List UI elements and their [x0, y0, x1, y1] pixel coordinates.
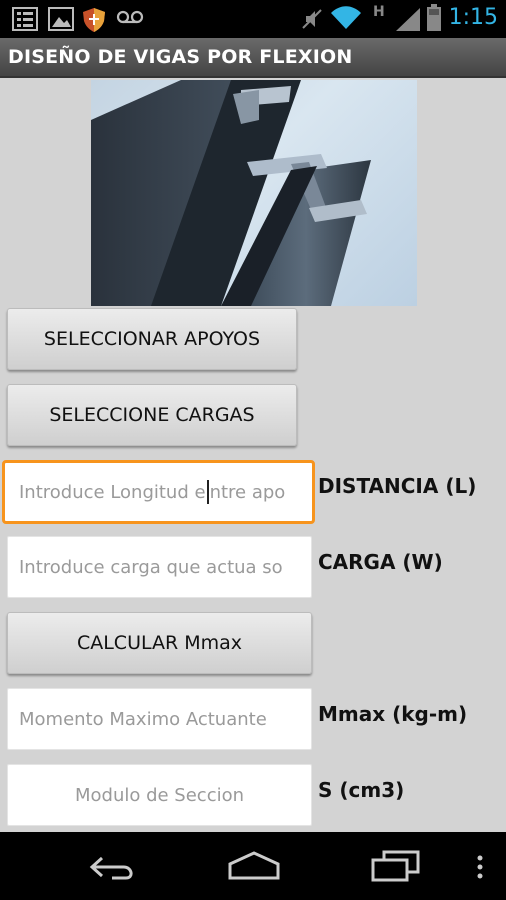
shield-icon — [82, 7, 106, 37]
distance-label: DISTANCIA (L) — [318, 474, 477, 498]
section-modulus-output[interactable]: Modulo de Seccion — [7, 764, 312, 826]
length-placeholder-start: Introduce Longitud e — [19, 481, 206, 503]
navigation-bar — [0, 832, 506, 900]
select-supports-button[interactable]: SELECCIONAR APOYOS — [7, 308, 297, 370]
network-type-label: H — [373, 4, 385, 20]
length-placeholder-end: ntre apo — [209, 481, 286, 503]
text-caret — [206, 480, 209, 504]
wifi-icon — [330, 5, 362, 35]
calculate-mmax-button[interactable]: CALCULAR Mmax — [7, 612, 312, 674]
main-content: SELECCIONAR APOYOS SELECCIONE CARGAS Int… — [0, 78, 506, 832]
load-label: CARGA (W) — [318, 550, 443, 574]
mmax-label: Mmax (kg-m) — [318, 702, 468, 726]
image-icon — [48, 7, 74, 35]
select-loads-button[interactable]: SELECCIONE CARGAS — [7, 384, 297, 446]
app-title: DISEÑO DE VIGAS POR FLEXION — [8, 46, 353, 68]
status-bar: H 1:15 — [0, 0, 506, 38]
length-input[interactable]: Introduce Longitud e ntre apo — [2, 460, 315, 524]
steel-beam-image — [91, 80, 417, 306]
section-modulus-label: S (cm3) — [318, 778, 405, 802]
list-icon — [12, 7, 38, 35]
battery-icon — [426, 4, 442, 36]
back-icon[interactable] — [88, 854, 138, 886]
home-icon[interactable] — [226, 850, 282, 884]
load-input[interactable]: Introduce carga que actua so — [7, 536, 312, 598]
signal-icon — [394, 7, 422, 37]
voicemail-icon — [116, 10, 144, 30]
overflow-menu-icon[interactable] — [476, 854, 484, 884]
app-title-bar: DISEÑO DE VIGAS POR FLEXION — [0, 38, 506, 78]
recent-apps-icon[interactable] — [370, 850, 422, 886]
mute-icon — [300, 7, 324, 35]
max-moment-output[interactable]: Momento Maximo Actuante — [7, 688, 312, 750]
status-clock: 1:15 — [448, 5, 498, 30]
